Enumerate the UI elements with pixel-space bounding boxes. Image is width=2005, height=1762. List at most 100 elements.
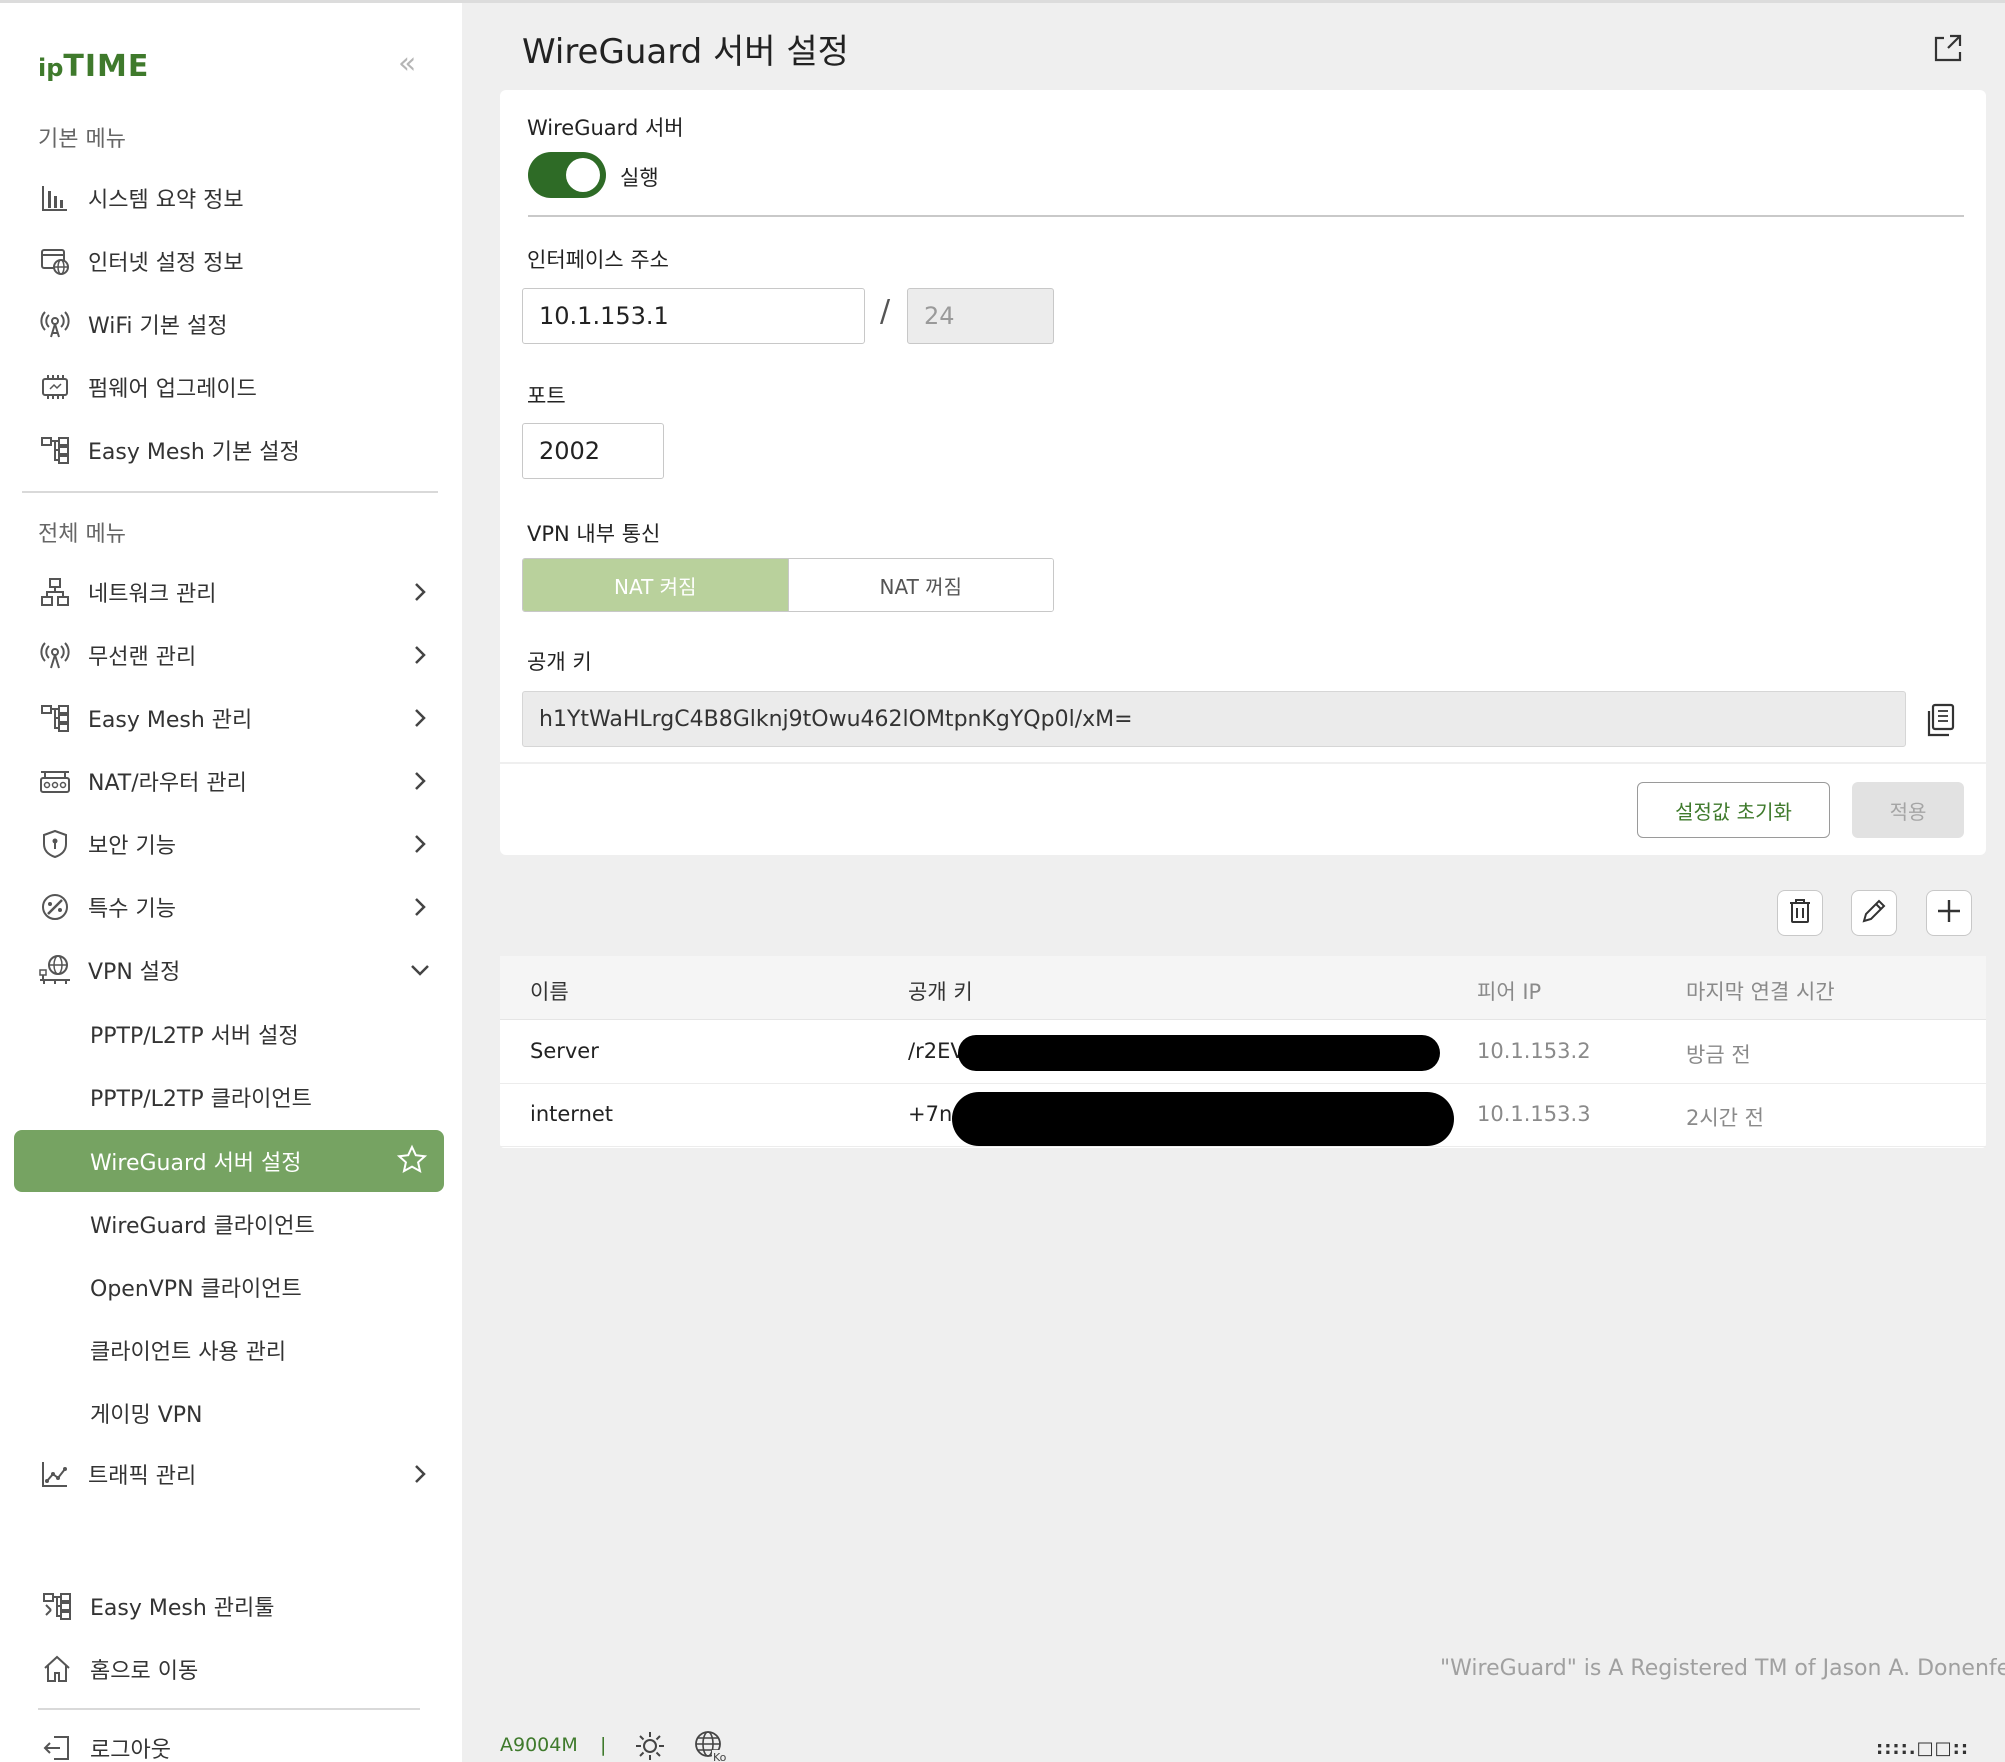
home-icon <box>40 1652 74 1686</box>
plus-icon <box>1935 897 1963 929</box>
sidebar-subitem-openvpn-client[interactable]: OpenVPN 클라이언트 <box>14 1256 444 1318</box>
router-model: A9004M <box>500 1734 578 1756</box>
toggle-state-label: 실행 <box>620 166 659 190</box>
sidebar-item-label: 네트워크 관리 <box>88 582 217 607</box>
sidebar-subitem-gaming-vpn[interactable]: 게이밍 VPN <box>14 1382 444 1444</box>
port-input[interactable]: 2002 <box>522 423 664 479</box>
favorite-star-icon[interactable] <box>396 1144 428 1176</box>
chevron-down-icon <box>410 960 430 980</box>
nat-segmented-control: NAT 켜짐 NAT 꺼짐 <box>522 558 1054 612</box>
sidebar-divider <box>22 491 438 493</box>
table-row[interactable]: internet +7nC 10.1.153.3 2시간 전 <box>500 1084 1986 1147</box>
add-peer-button[interactable] <box>1926 890 1972 936</box>
language-code: Ko <box>713 1751 727 1762</box>
copy-icon[interactable] <box>1924 702 1958 738</box>
sidebar-item-label: 펌웨어 업그레이드 <box>88 377 257 402</box>
iptime-logo[interactable]: ip TIME <box>38 49 149 89</box>
sidebar-go-home[interactable]: 홈으로 이동 <box>22 1640 442 1698</box>
sidebar-item-label: 트래픽 관리 <box>88 1464 197 1489</box>
sidebar-item-network[interactable]: 네트워크 관리 <box>22 563 442 621</box>
wireguard-trademark-notice: "WireGuard" is A Registered TM of Jason … <box>1440 1656 2005 1681</box>
vpn-internal-label: VPN 내부 통신 <box>527 522 661 546</box>
router-icon <box>38 764 72 798</box>
sidebar-bottom-label: Easy Mesh 관리툴 <box>90 1596 275 1621</box>
mesh-tree-icon <box>38 701 72 735</box>
sidebar-item-label: 무선랜 관리 <box>88 645 197 670</box>
sidebar-subitem-pptp-client[interactable]: PPTP/L2TP 클라이언트 <box>14 1066 444 1128</box>
chevron-right-icon <box>410 1464 430 1484</box>
sidebar-item-vpn[interactable]: VPN 설정 <box>22 941 442 999</box>
special-function-icon <box>38 890 72 924</box>
sidebar-item-firmware-upgrade[interactable]: 펌웨어 업그레이드 <box>22 358 442 416</box>
theme-sun-icon[interactable] <box>634 1730 666 1762</box>
sidebar-bottom-label: 로그아웃 <box>90 1738 171 1762</box>
apply-button[interactable]: 적용 <box>1852 782 1964 838</box>
vpn-globe-icon <box>38 953 72 987</box>
network-icon <box>38 575 72 609</box>
logo-ip: ip <box>38 54 64 82</box>
wireless-icon <box>38 638 72 672</box>
peers-table: 이름 공개 키 피어 IP 마지막 연결 시간 Server /r2EV 10.… <box>500 956 1986 1148</box>
sidebar-item-easy-mesh[interactable]: Easy Mesh 관리 <box>22 689 442 747</box>
chevron-right-icon <box>410 645 430 665</box>
language-globe-icon[interactable]: Ko <box>694 1730 728 1762</box>
chevron-right-icon <box>410 771 430 791</box>
footer-separator: | <box>600 1734 607 1756</box>
sidebar-item-label: 시스템 요약 정보 <box>88 188 244 213</box>
sidebar-item-label: VPN 설정 <box>88 960 181 985</box>
shield-icon <box>38 827 72 861</box>
sidebar-subitem-wireguard-client[interactable]: WireGuard 클라이언트 <box>14 1193 444 1255</box>
wifi-antenna-icon <box>38 307 72 341</box>
edit-peer-button[interactable] <box>1851 890 1897 936</box>
sidebar-item-nat-router[interactable]: NAT/라우터 관리 <box>22 752 442 810</box>
chevron-right-icon <box>410 582 430 602</box>
sidebar-item-system-summary[interactable]: 시스템 요약 정보 <box>22 169 442 227</box>
wireguard-server-toggle[interactable] <box>528 152 606 198</box>
sidebar-item-security[interactable]: 보안 기능 <box>22 815 442 873</box>
peer-ip: 10.1.153.3 <box>1477 1102 1591 1126</box>
page-title: WireGuard 서버 설정 <box>522 32 849 72</box>
sidebar-item-label: 인터넷 설정 정보 <box>88 251 244 276</box>
trash-icon <box>1787 897 1813 929</box>
sidebar-item-easy-mesh-basic[interactable]: Easy Mesh 기본 설정 <box>22 421 442 479</box>
sidebar-subitem-client-usage[interactable]: 클라이언트 사용 관리 <box>14 1319 444 1381</box>
sidebar-item-special-functions[interactable]: 특수 기능 <box>22 878 442 936</box>
sidebar-subitem-wireguard-server[interactable]: WireGuard 서버 설정 <box>14 1130 444 1192</box>
logo-time: TIME <box>63 49 150 84</box>
nat-off-option[interactable]: NAT 꺼짐 <box>787 559 1053 611</box>
cidr-slash: / <box>880 294 891 329</box>
sidebar-subitem-label: WireGuard 서버 설정 <box>90 1151 302 1176</box>
public-key-field: h1YtWaHLrgC4B8Glknj9tOwu462lOMtpnKgYQp0l… <box>522 691 1906 747</box>
sidebar-item-wireless[interactable]: 무선랜 관리 <box>22 626 442 684</box>
footer-brand-logo: ::::.□□:: <box>1876 1738 1970 1759</box>
interface-address-input[interactable]: 10.1.153.1 <box>522 288 865 344</box>
full-menu-heading: 전체 메뉴 <box>38 522 126 547</box>
sidebar-logout[interactable]: 로그아웃 <box>22 1719 442 1762</box>
peer-last-connected: 방금 전 <box>1686 1043 1751 1067</box>
table-row[interactable]: Server /r2EV 10.1.153.2 방금 전 <box>500 1021 1986 1084</box>
basic-menu-heading: 기본 메뉴 <box>38 127 126 152</box>
collapse-sidebar-icon[interactable]: « <box>398 49 428 79</box>
sidebar-item-label: 보안 기능 <box>88 834 176 859</box>
toggle-knob <box>566 158 600 192</box>
port-label: 포트 <box>527 384 566 408</box>
interface-address-label: 인터페이스 주소 <box>527 248 669 272</box>
sidebar-item-traffic[interactable]: 트래픽 관리 <box>22 1445 442 1503</box>
chevron-right-icon <box>410 834 430 854</box>
sidebar-easy-mesh-tool[interactable]: Easy Mesh 관리툴 <box>22 1577 442 1635</box>
column-header-name: 이름 <box>530 980 569 1004</box>
sidebar-item-label: Easy Mesh 기본 설정 <box>88 440 300 465</box>
export-icon[interactable] <box>1932 32 1964 64</box>
delete-peer-button[interactable] <box>1777 890 1823 936</box>
peer-last-connected: 2시간 전 <box>1686 1106 1764 1130</box>
redaction-mark <box>952 1092 1454 1146</box>
sidebar-subitem-pptp-server[interactable]: PPTP/L2TP 서버 설정 <box>14 1003 444 1065</box>
reset-settings-button[interactable]: 설정값 초기화 <box>1637 782 1830 838</box>
sidebar-item-internet-settings[interactable]: 인터넷 설정 정보 <box>22 232 442 290</box>
nat-on-option[interactable]: NAT 켜짐 <box>523 559 788 611</box>
sidebar: ip TIME « 기본 메뉴 시스템 요약 정보 인터넷 설정 정보 WiFi … <box>0 3 462 1762</box>
section-divider <box>528 215 1964 217</box>
sidebar-item-wifi-basic[interactable]: WiFi 기본 설정 <box>22 295 442 353</box>
wireguard-server-label: WireGuard 서버 <box>527 116 684 140</box>
peer-name: internet <box>530 1102 614 1126</box>
